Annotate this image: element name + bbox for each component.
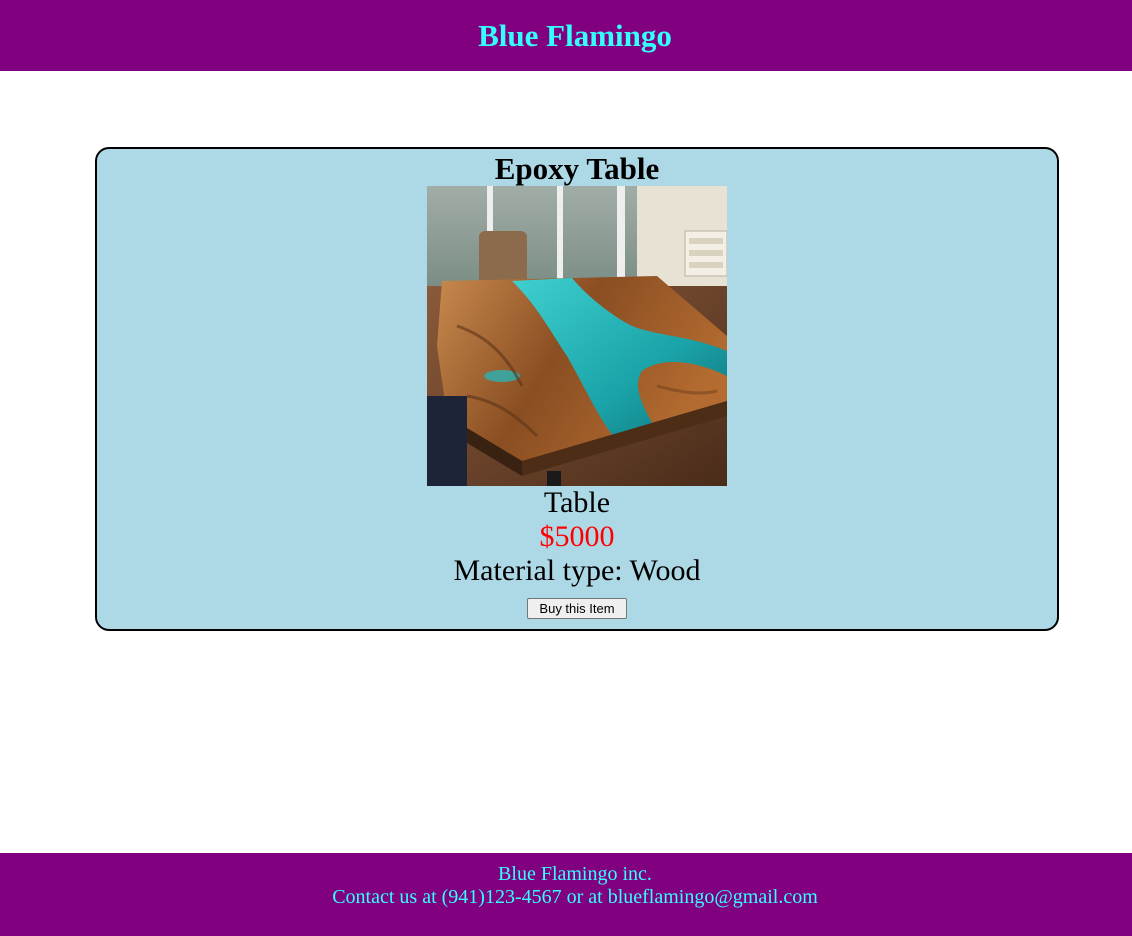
product-card: Epoxy Table Table $5000 Material type: W… bbox=[95, 147, 1059, 631]
site-footer: Blue Flamingo inc. Contact us at (941)12… bbox=[0, 853, 1132, 936]
product-image bbox=[427, 186, 727, 486]
site-header: Blue Flamingo bbox=[0, 0, 1132, 71]
product-price: $5000 bbox=[539, 520, 615, 553]
buy-item-button[interactable]: Buy this Item bbox=[527, 598, 627, 619]
footer-company: Blue Flamingo inc. bbox=[498, 863, 652, 885]
footer-contact: Contact us at (941)123-4567 or at bluefl… bbox=[332, 886, 818, 908]
product-type: Table bbox=[543, 486, 611, 519]
product-title: Epoxy Table bbox=[494, 151, 660, 186]
product-material: Material type: Wood bbox=[453, 554, 701, 587]
site-title: Blue Flamingo bbox=[478, 17, 672, 53]
